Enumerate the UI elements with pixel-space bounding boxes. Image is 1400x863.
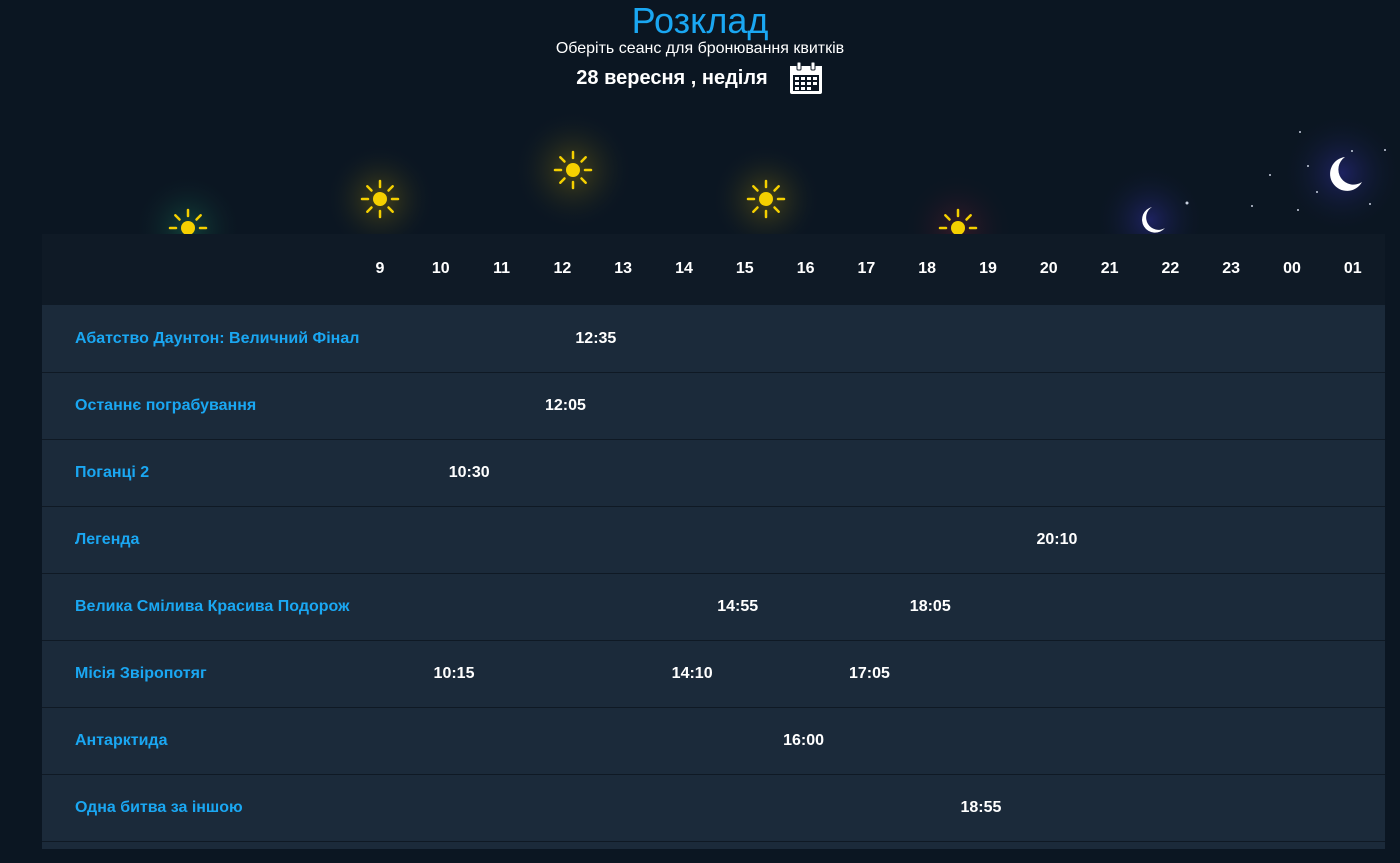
hour-label: 17 [857,260,876,277]
hour-label: 22 [1161,260,1180,277]
movie-title-link[interactable]: Легенда [75,530,365,550]
hour-label: 16 [796,260,815,277]
calendar-icon[interactable] [788,60,824,96]
sun-icon [746,179,786,219]
hour-label: 01 [1343,260,1362,277]
movie-title-link[interactable]: Поганці 2 [75,463,365,483]
day-night-sky [0,110,1400,234]
session-time-button[interactable]: 14:10 [672,665,713,683]
movie-row: Абатство Даунтон: Величний Фінал 12:35 [42,305,1385,373]
hour-label: 23 [1222,260,1241,277]
hours-header: 9 10 11 12 13 14 15 16 17 18 19 20 21 22 23 00 01 [42,234,1385,305]
movie-title-link[interactable]: Місія Звіропотяг [75,664,365,684]
movie-row: Одна битва за іншою 18:55 [42,775,1385,842]
sun-icon [553,150,593,190]
session-time-button[interactable]: 20:10 [1036,531,1077,549]
hour-label: 15 [735,260,754,277]
movie-row: Антарктида 16:00 [42,708,1385,775]
hour-label: 9 [375,260,385,277]
session-time-button[interactable]: 17:05 [849,665,890,683]
session-time-button[interactable]: 16:00 [783,732,824,750]
sun-icon [360,179,400,219]
movie-row: Поганці 2 10:30 [42,440,1385,507]
movie-title-link[interactable]: Велика Смілива Красива Подорож [75,597,365,617]
session-time-button[interactable]: 10:30 [449,464,490,482]
movie-rows: Абатство Даунтон: Величний Фінал 12:35 Ост… [42,305,1385,842]
selected-date: 28 вересня , неділя [576,67,768,89]
page-title: Розклад [631,0,769,41]
hour-label: 10 [431,260,450,277]
movie-row: Останнє пограбування 12:05 [42,373,1385,440]
movie-row: Легенда 20:10 [42,507,1385,574]
page-subtitle: Оберіть сеанс для бронювання квитків [555,40,845,57]
hour-label: 20 [1039,260,1058,277]
movie-title-link[interactable]: Останнє пограбування [75,396,365,416]
schedule-table: 9 10 11 12 13 14 15 16 17 18 19 20 21 22 23 00 01 Абатст… [42,234,1385,849]
movie-title-link[interactable]: Одна битва за іншою [75,798,365,818]
session-time-button[interactable]: 12:35 [575,330,616,348]
hour-label: 12 [553,260,572,277]
session-time-button[interactable]: 18:05 [910,598,951,616]
movie-row: Місія Звіропотяг 10:15 14:10 17:05 [42,641,1385,708]
hour-label: 18 [918,260,937,277]
session-time-button[interactable]: 14:55 [717,598,758,616]
movie-row: Велика Смілива Красива Подорож 14:55 18:05 [42,574,1385,641]
date-selector: 28 вересня , неділя [0,60,1400,96]
schedule-header: Розклад Оберіть сеанс для бронювання кви… [0,0,1400,96]
session-time-button[interactable]: 10:15 [434,665,475,683]
hour-label: 19 [979,260,997,277]
movie-title-link[interactable]: Абатство Даунтон: Величний Фінал [75,329,365,349]
hour-label: 13 [614,260,633,277]
hour-label: 11 [493,260,511,277]
hour-label: 14 [675,260,693,277]
hour-label: 00 [1283,260,1301,277]
hour-label: 21 [1100,260,1119,277]
movie-title-link[interactable]: Антарктида [75,731,365,751]
session-time-button[interactable]: 18:55 [960,799,1001,817]
session-time-button[interactable]: 12:05 [545,397,586,415]
